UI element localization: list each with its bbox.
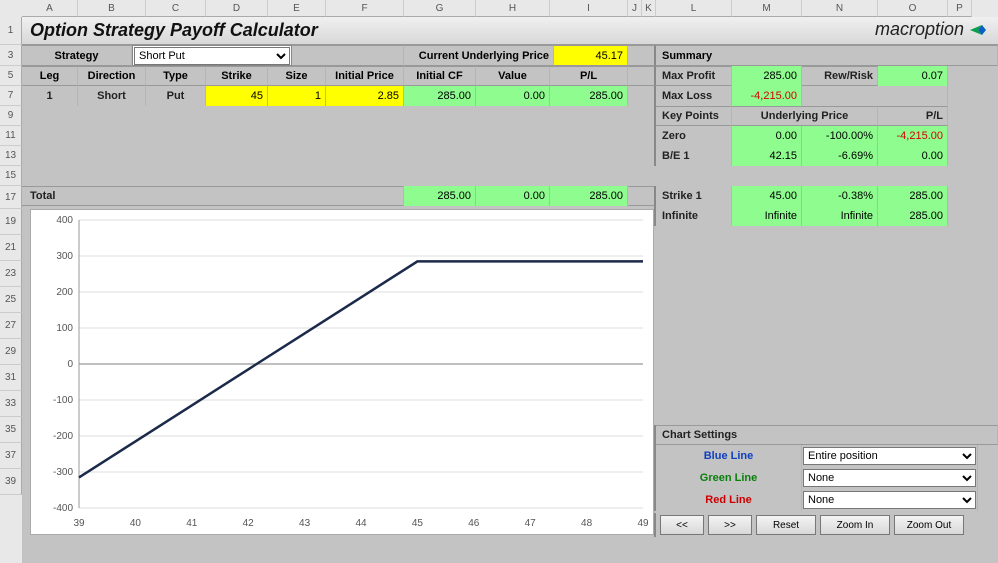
cup-label: Current Underlying Price bbox=[404, 45, 554, 66]
rew-risk-value: 0.07 bbox=[878, 66, 948, 86]
row-header: 23 bbox=[0, 261, 22, 287]
keypoint-row: B/E 142.15-6.69%0.00 bbox=[22, 146, 998, 166]
title-row: Option Strategy Payoff Calculator macrop… bbox=[22, 17, 998, 45]
svg-text:0: 0 bbox=[67, 359, 73, 370]
reset-button[interactable]: Reset bbox=[756, 515, 816, 535]
row-header: 3 bbox=[0, 45, 22, 66]
keypoint-row: Strike 145.00-0.38%285.00 bbox=[22, 186, 998, 206]
row-chart-settings-hdr: Chart Settings bbox=[22, 425, 998, 445]
strategy-select[interactable]: Short Put bbox=[134, 47, 290, 65]
row-green-line: Green Line None bbox=[22, 467, 998, 489]
sheet-body: Option Strategy Payoff Calculator macrop… bbox=[22, 17, 998, 563]
blue-line-select[interactable]: Entire position bbox=[803, 447, 976, 465]
svg-text:300: 300 bbox=[56, 251, 73, 262]
row-header: 5 bbox=[0, 66, 22, 86]
cup-value[interactable]: 45.17 bbox=[554, 45, 628, 66]
zoom-out-button[interactable]: Zoom Out bbox=[894, 515, 964, 535]
row-header: 39 bbox=[0, 469, 22, 495]
row-header: 33 bbox=[0, 391, 22, 417]
max-loss-value: -4,215.00 bbox=[732, 86, 802, 106]
zoom-in-button[interactable]: Zoom In bbox=[820, 515, 890, 535]
row-header: 21 bbox=[0, 235, 22, 261]
row-header: 37 bbox=[0, 443, 22, 469]
strategy-dropdown-wrap: Short Put bbox=[132, 45, 292, 66]
page-title: Option Strategy Payoff Calculator bbox=[30, 20, 318, 41]
row-header: 7 bbox=[0, 86, 22, 106]
row-header: 25 bbox=[0, 287, 22, 313]
brand-logo: macroption bbox=[875, 19, 988, 40]
strategy-label: Strategy bbox=[22, 45, 132, 66]
brand-icon bbox=[968, 22, 988, 38]
row-leg-headers: Leg Direction Type Strike Size Initial P… bbox=[22, 66, 998, 86]
svg-text:-100: -100 bbox=[53, 395, 73, 406]
row-header: 31 bbox=[0, 365, 22, 391]
column-header-row: A B C D E F G H I J K L M N O P bbox=[0, 0, 998, 17]
row-blue-line: Blue Line Entire position bbox=[22, 445, 998, 467]
row-keypoints-hdr: Key Points Underlying Price P/L bbox=[22, 106, 998, 126]
svg-text:100: 100 bbox=[56, 323, 73, 334]
next-button[interactable]: >> bbox=[708, 515, 752, 535]
row-header: 17 bbox=[0, 186, 22, 209]
row-strategy: Strategy Short Put Current Underlying Pr… bbox=[22, 45, 998, 66]
row-header: 19 bbox=[0, 209, 22, 235]
row-red-line: Red Line None bbox=[22, 489, 998, 511]
row-header: 13 bbox=[0, 146, 22, 166]
red-line-select[interactable]: None bbox=[803, 491, 976, 509]
prev-button[interactable]: << bbox=[660, 515, 704, 535]
row-leg-1: 1 Short Put 45 1 2.85 285.00 0.00 285.00… bbox=[22, 86, 998, 106]
keypoint-row: InfiniteInfiniteInfinite285.00 bbox=[22, 206, 998, 226]
row-header: 9 bbox=[0, 106, 22, 126]
row-header: 1 bbox=[0, 17, 22, 45]
row-header: 35 bbox=[0, 417, 22, 443]
keypoint-row: Zero0.00-100.00%-4,215.00 bbox=[22, 126, 998, 146]
svg-text:200: 200 bbox=[56, 287, 73, 298]
row-header: 15 bbox=[0, 166, 22, 186]
row-header: 11 bbox=[0, 126, 22, 146]
row-chart-buttons: << >> Reset Zoom In Zoom Out bbox=[22, 513, 998, 537]
row-header: 29 bbox=[0, 339, 22, 365]
max-profit-value: 285.00 bbox=[732, 66, 802, 86]
summary-label: Summary bbox=[656, 45, 998, 66]
row-header: 27 bbox=[0, 313, 22, 339]
green-line-select[interactable]: None bbox=[803, 469, 976, 487]
